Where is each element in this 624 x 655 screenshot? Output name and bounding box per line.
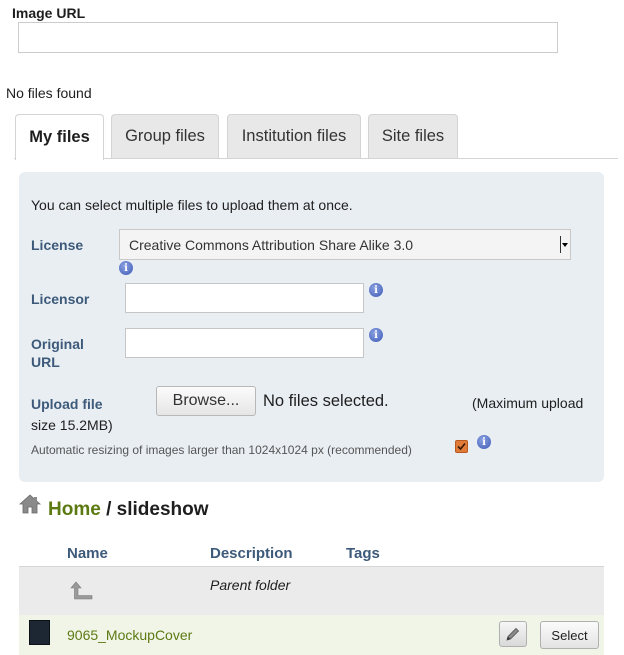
license-selected-value: Creative Commons Attribution Share Alike…: [129, 236, 414, 253]
license-label: License: [31, 237, 84, 253]
info-glyph: i: [374, 329, 378, 341]
image-url-label: Image URL: [12, 5, 86, 21]
home-icon[interactable]: [19, 494, 41, 514]
tab-label: My files: [29, 128, 90, 146]
column-header-name[interactable]: Name: [67, 545, 108, 562]
breadcrumb-separator: /: [106, 499, 112, 520]
original-url-label: Original URL: [31, 335, 84, 371]
upload-panel: [19, 172, 604, 482]
parent-folder-row[interactable]: [19, 567, 604, 615]
tab-institution-files[interactable]: Institution files: [227, 114, 361, 158]
tab-site-files[interactable]: Site files: [368, 114, 458, 158]
image-url-input[interactable]: [18, 22, 558, 53]
original-url-input[interactable]: [125, 328, 364, 358]
licensor-info-icon[interactable]: i: [369, 283, 383, 297]
resize-info-icon[interactable]: i: [477, 435, 491, 449]
license-select[interactable]: Creative Commons Attribution Share Alike…: [119, 229, 571, 260]
original-url-info-icon[interactable]: i: [369, 328, 383, 342]
original-url-label-line: Original: [31, 336, 84, 352]
upload-intro-text: You can select multiple files to upload …: [31, 197, 353, 213]
resize-checkbox[interactable]: [455, 440, 468, 453]
info-glyph: i: [482, 436, 486, 448]
info-glyph: i: [124, 262, 128, 274]
checkmark-icon: [457, 442, 466, 451]
edit-button[interactable]: [499, 621, 527, 647]
breadcrumb-current: slideshow: [116, 499, 209, 520]
licensor-input[interactable]: [125, 283, 364, 313]
tab-group-files[interactable]: Group files: [111, 114, 219, 158]
info-glyph: i: [374, 284, 378, 296]
original-url-label-line: URL: [31, 354, 60, 370]
license-info-icon[interactable]: i: [119, 261, 133, 275]
browse-button[interactable]: Browse...: [156, 386, 256, 416]
no-file-selected-text: No files selected.: [263, 392, 389, 410]
tab-label: Group files: [125, 127, 205, 145]
resize-option-label: Automatic resizing of images larger than…: [31, 443, 412, 457]
pencil-icon: [506, 627, 520, 641]
tab-label: Institution files: [241, 127, 347, 145]
breadcrumb-home-link[interactable]: Home: [48, 499, 101, 520]
parent-folder-label: Parent folder: [210, 577, 291, 593]
tab-label: Site files: [381, 127, 445, 145]
file-name-link[interactable]: 9065_MockupCover: [67, 627, 192, 643]
file-thumbnail-icon: [29, 620, 50, 645]
parent-folder-icon[interactable]: [70, 580, 94, 604]
upload-file-label: Upload file: [31, 396, 103, 412]
no-files-found-text: No files found: [6, 85, 92, 101]
breadcrumb: Home / slideshow: [48, 499, 209, 521]
licensor-label: Licensor: [31, 291, 90, 307]
dropdown-arrow-icon: [560, 236, 568, 253]
column-header-tags[interactable]: Tags: [346, 545, 380, 562]
max-upload-text: (Maximum upload: [472, 395, 584, 411]
max-upload-size-text: size 15.2MB): [31, 417, 113, 433]
column-header-description[interactable]: Description: [210, 545, 293, 562]
tab-divider: [14, 158, 618, 159]
tab-my-files[interactable]: My files: [15, 114, 104, 160]
